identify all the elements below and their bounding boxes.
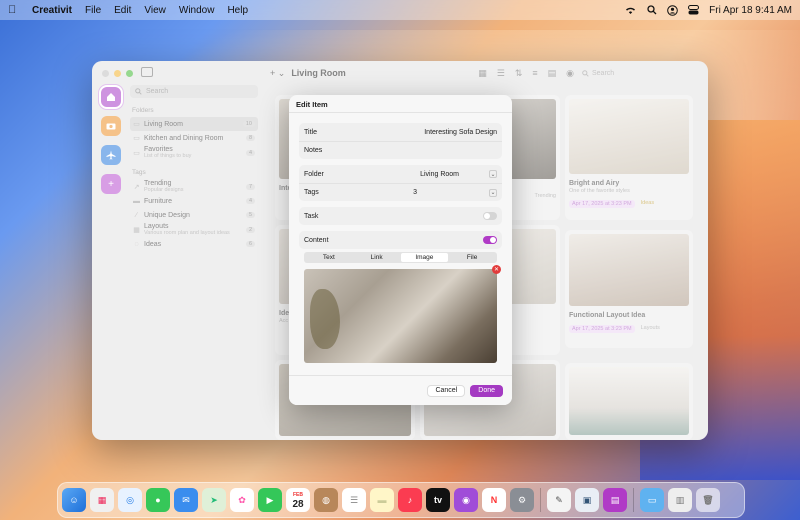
reminders-icon[interactable]: ☰ (342, 488, 366, 512)
folder-icon[interactable]: ▭ (640, 488, 664, 512)
notes-label: Notes (304, 147, 323, 154)
task-toggle[interactable] (483, 212, 497, 220)
trash-icon[interactable]: 🗑 (696, 488, 720, 512)
segment-image[interactable]: Image (400, 253, 449, 262)
folder-select[interactable]: Folder Living Room ⌄ (299, 165, 502, 183)
messages-icon[interactable]: ● (146, 488, 170, 512)
chevron-down-icon[interactable]: ⌄ (489, 170, 497, 178)
folder-label: Folder (304, 170, 324, 178)
segment-text[interactable]: Text (305, 253, 353, 262)
content-row: Content (299, 231, 502, 249)
title-label: Title (304, 128, 317, 136)
wifi-icon[interactable] (625, 5, 636, 16)
facetime-icon[interactable]: ▶ (258, 488, 282, 512)
task-row: Task (299, 207, 502, 225)
calendar-icon[interactable]: FEB 28 (286, 488, 310, 512)
chevron-down-icon[interactable]: ⌄ (489, 188, 497, 197)
spotlight-search-icon[interactable] (646, 5, 657, 16)
safari-icon[interactable]: ◎ (118, 488, 142, 512)
finder-icon[interactable]: ☺ (62, 488, 86, 512)
photos-icon[interactable]: ✿ (230, 488, 254, 512)
task-label: Task (304, 212, 319, 220)
menu-bar:  Creativit File Edit View Window Help F… (0, 0, 800, 20)
menu-view[interactable]: View (144, 5, 166, 16)
menu-clock[interactable]: Fri Apr 18 9:41 AM (709, 5, 792, 16)
user-account-icon[interactable] (667, 4, 678, 16)
creativit-app-icon[interactable]: ▤ (603, 488, 627, 512)
title-field[interactable]: Title Interesting Sofa Design (299, 123, 502, 141)
content-label: Content (304, 236, 329, 244)
mail-icon[interactable]: ✉ (174, 488, 198, 512)
menu-window[interactable]: Window (179, 5, 215, 16)
task-group: Task (299, 207, 502, 225)
done-button[interactable]: Done (470, 384, 503, 397)
folder-value: Living Room (420, 170, 459, 178)
segment-link[interactable]: Link (353, 253, 401, 262)
calendar-day: 28 (292, 499, 304, 510)
tags-value: 3 (413, 189, 417, 196)
textedit-icon[interactable]: ✎ (547, 488, 571, 512)
menu-app-name[interactable]: Creativit (32, 5, 72, 16)
folder-tags-group: Folder Living Room ⌄ Tags 3 ⌄ (299, 165, 502, 201)
title-value[interactable]: Interesting Sofa Design (424, 129, 497, 136)
attached-image-preview: ✕ (304, 265, 501, 363)
title-notes-group: Title Interesting Sofa Design Notes (299, 123, 502, 159)
dock: ☺ ▦ ◎ ● ✉ ➤ ✿ ▶ FEB 28 ◍ ☰ ▬ ♪ tv ◉ N ⚙ … (57, 482, 745, 518)
notes-field[interactable]: Notes (299, 141, 502, 159)
notes-icon[interactable]: ▬ (370, 488, 394, 512)
apple-menu-icon[interactable]:  (8, 4, 20, 16)
segment-file[interactable]: File (448, 253, 496, 262)
remove-image-icon[interactable]: ✕ (492, 265, 501, 274)
tags-select[interactable]: Tags 3 ⌄ (299, 183, 502, 201)
content-group: Content (299, 231, 502, 249)
dock-separator (633, 488, 634, 512)
music-icon[interactable]: ♪ (398, 488, 422, 512)
plant-shadow (310, 289, 340, 349)
menu-help[interactable]: Help (227, 5, 248, 16)
launchpad-icon[interactable]: ▦ (90, 488, 114, 512)
podcasts-icon[interactable]: ◉ (454, 488, 478, 512)
edit-item-dialog: Edit Item Title Interesting Sofa Design … (289, 95, 512, 405)
documents-stack-icon[interactable]: ▥ (668, 488, 692, 512)
content-type-segmented-control: Text Link Image File (304, 252, 497, 263)
menu-edit[interactable]: Edit (114, 5, 131, 16)
control-center-icon[interactable] (688, 5, 700, 16)
system-settings-icon[interactable]: ⚙ (510, 488, 534, 512)
dialog-footer: Cancel Done (289, 375, 512, 405)
preview-icon[interactable]: ▣ (575, 488, 599, 512)
dock-separator (540, 488, 541, 512)
cancel-button[interactable]: Cancel (427, 384, 466, 397)
dialog-title: Edit Item (289, 95, 512, 113)
maps-icon[interactable]: ➤ (202, 488, 226, 512)
apple-tv-icon[interactable]: tv (426, 488, 450, 512)
tags-label: Tags (304, 189, 319, 196)
news-icon[interactable]: N (482, 488, 506, 512)
menu-file[interactable]: File (85, 5, 101, 16)
content-toggle[interactable] (483, 236, 497, 244)
contacts-icon[interactable]: ◍ (314, 488, 338, 512)
